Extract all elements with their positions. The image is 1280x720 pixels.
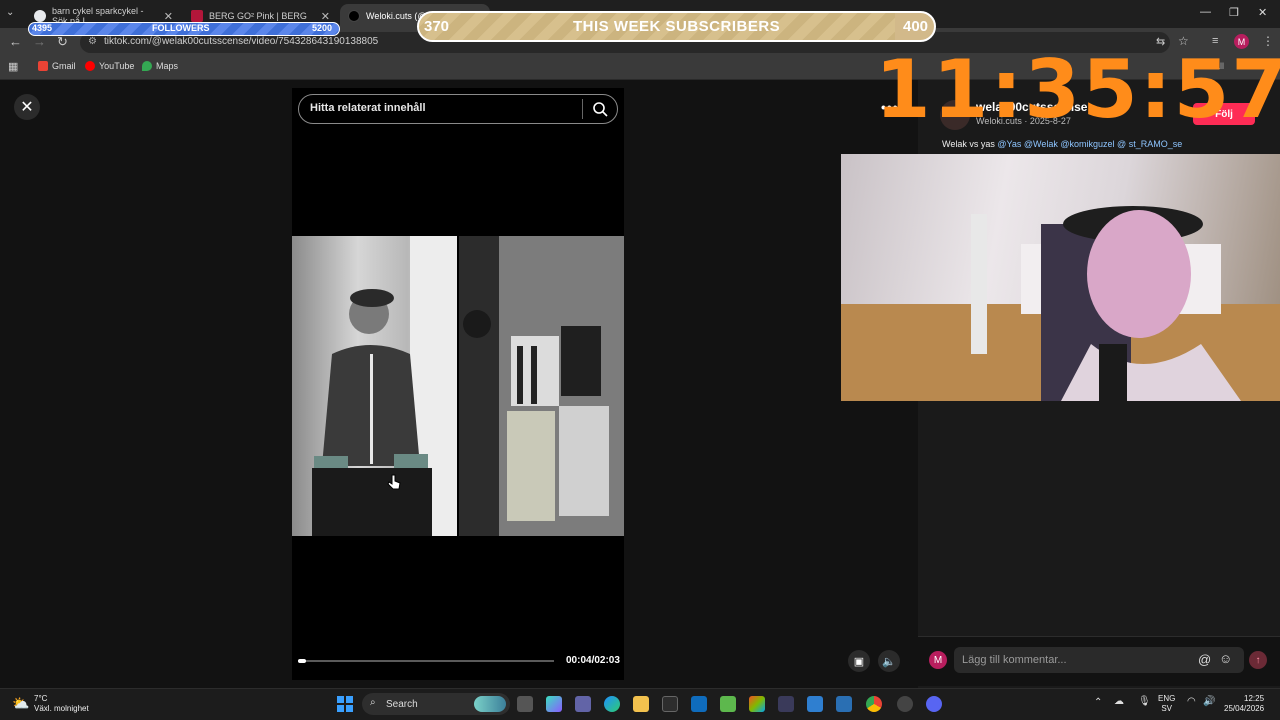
tab-title: BERG GO² Pink | BERG <box>209 11 307 21</box>
search-divider <box>582 99 583 119</box>
streamer-webcam <box>841 206 1280 401</box>
language-indicator[interactable]: ENG SV <box>1158 694 1175 714</box>
followers-goal: 5200 <box>312 23 333 33</box>
edge-icon[interactable] <box>604 696 620 712</box>
desc-text: Welak vs yas <box>942 139 998 149</box>
clock-time: 12:25 <box>1244 694 1265 703</box>
youtube-icon <box>85 61 95 71</box>
cloud-icon[interactable]: ☁ <box>1114 696 1124 707</box>
window-close-icon[interactable]: ✕ <box>1258 6 1267 19</box>
google-icon <box>34 10 46 22</box>
discord-icon[interactable] <box>926 696 942 712</box>
volume-button[interactable]: 🔈 <box>878 650 900 672</box>
lang: ENG <box>1158 694 1176 703</box>
comment-placeholder: Lägg till kommentar... <box>962 654 1067 666</box>
outlook-icon[interactable] <box>691 696 707 712</box>
maps-icon <box>142 61 152 71</box>
subs-label: THIS WEEK SUBSCRIBERS <box>573 18 781 35</box>
obs-icon[interactable] <box>897 696 913 712</box>
store-icon[interactable] <box>662 696 678 712</box>
search-highlight-icon <box>474 696 506 712</box>
forward-icon[interactable]: → <box>33 34 46 49</box>
close-tab-icon[interactable]: ✕ <box>164 10 173 23</box>
photos-icon[interactable] <box>807 696 823 712</box>
berg-icon <box>191 10 203 22</box>
volume-icon: 🔈 <box>882 655 896 668</box>
jerseys-background <box>459 236 624 536</box>
search-icon: ⌕ <box>370 697 376 708</box>
subs-goal: 400 <box>903 18 929 35</box>
maximize-icon[interactable]: ❐ <box>1229 6 1239 19</box>
mention-link[interactable]: @ <box>1117 139 1126 149</box>
back-icon[interactable]: ← <box>9 34 22 49</box>
bookmark-label: Maps <box>156 61 179 71</box>
speaker-icon[interactable]: 🔊 <box>1203 696 1215 707</box>
wifi-icon[interactable]: ◠ <box>1187 696 1196 707</box>
chrome-icon[interactable] <box>866 696 882 712</box>
minimize-icon[interactable]: — <box>1200 6 1211 18</box>
url-text[interactable]: tiktok.com/@welak00cutsscense/video/7543… <box>104 36 378 47</box>
site-info-icon[interactable]: ⚙ <box>88 36 97 47</box>
search-icon[interactable] <box>592 101 608 117</box>
clock-date: 25/04/2026 <box>1224 704 1265 713</box>
stream-clock: 11:35:57 <box>875 43 1280 136</box>
bookmark-maps[interactable]: Maps <box>142 61 178 71</box>
bookmark-label: YouTube <box>99 61 135 71</box>
search-placeholder: Hitta relaterat innehåll <box>310 102 426 114</box>
miniplayer-icon: ▣ <box>853 655 865 668</box>
mention-icon[interactable]: @ <box>1198 652 1211 667</box>
bookmark-gmail[interactable]: Gmail <box>38 61 76 71</box>
teams-icon[interactable] <box>575 696 591 712</box>
system-clock[interactable]: 12:25 25/04/2026 <box>1224 694 1264 714</box>
gmail-icon <box>38 61 48 71</box>
lang-sub: SV <box>1161 704 1172 713</box>
reload-icon[interactable]: ↻ <box>57 34 68 50</box>
weather-icon[interactable]: ⛅ <box>12 695 29 712</box>
weather-desc: Växl. molnighet <box>34 704 89 713</box>
copilot-icon[interactable] <box>546 696 562 712</box>
taskbar-search-label: Search <box>386 699 418 710</box>
user-avatar[interactable]: M <box>929 651 947 669</box>
mouse-cursor-icon <box>387 474 401 490</box>
chevron-up-icon[interactable]: ⌃ <box>1094 697 1102 708</box>
file-explorer-icon[interactable] <box>633 696 649 712</box>
followers-current: 4395 <box>32 23 53 33</box>
close-video-button[interactable]: ✕ <box>14 94 40 120</box>
mention-link[interactable]: st_RAMO_se <box>1129 139 1183 149</box>
send-comment-button[interactable]: ↑ <box>1249 651 1267 669</box>
close-icon: ✕ <box>20 99 34 116</box>
weather-temp: 7°C <box>34 694 48 703</box>
mention-link[interactable]: @Welak <box>1024 139 1058 149</box>
person-silhouette <box>312 236 457 536</box>
bookmark-label: Gmail <box>52 61 76 71</box>
video-timecode: 00:04/02:03 <box>566 655 620 666</box>
subs-current: 370 <box>424 18 450 35</box>
video-frame-left <box>292 236 457 536</box>
weather-widget[interactable]: 7°C Växl. molnighet <box>34 694 89 714</box>
apps-grid-icon[interactable]: ▦ <box>8 60 18 73</box>
video-progress-fill[interactable] <box>298 659 306 663</box>
video-frame-right <box>459 236 624 536</box>
miniplayer-button[interactable]: ▣ <box>848 650 870 672</box>
video-progress-track[interactable] <box>298 660 554 662</box>
task-view-icon[interactable] <box>517 696 533 712</box>
tiktok-icon <box>348 10 360 22</box>
close-tab-icon[interactable]: ✕ <box>321 10 330 23</box>
mention-link[interactable]: @Yas <box>997 139 1021 149</box>
arrow-up-icon: ↑ <box>1255 654 1261 666</box>
tab-search-icon[interactable]: ⌄ <box>6 7 14 18</box>
microphone-icon[interactable]: 🎙 <box>1138 696 1151 707</box>
m365-icon[interactable] <box>749 696 765 712</box>
post-description: Welak vs yas @Yas @Welak @komikguzel @ s… <box>942 139 1182 149</box>
emoji-icon[interactable]: ☺ <box>1219 651 1232 666</box>
bookmark-youtube[interactable]: YouTube <box>85 61 134 71</box>
mention-link[interactable]: @komikguzel <box>1060 139 1114 149</box>
app-icon[interactable] <box>778 696 794 712</box>
remote-desktop-icon[interactable] <box>836 696 852 712</box>
followers-label: FOLLOWERS <box>152 23 210 33</box>
webcam-overlay <box>841 154 1280 401</box>
vpn-icon[interactable] <box>720 696 736 712</box>
windows-start-icon[interactable] <box>337 696 353 712</box>
